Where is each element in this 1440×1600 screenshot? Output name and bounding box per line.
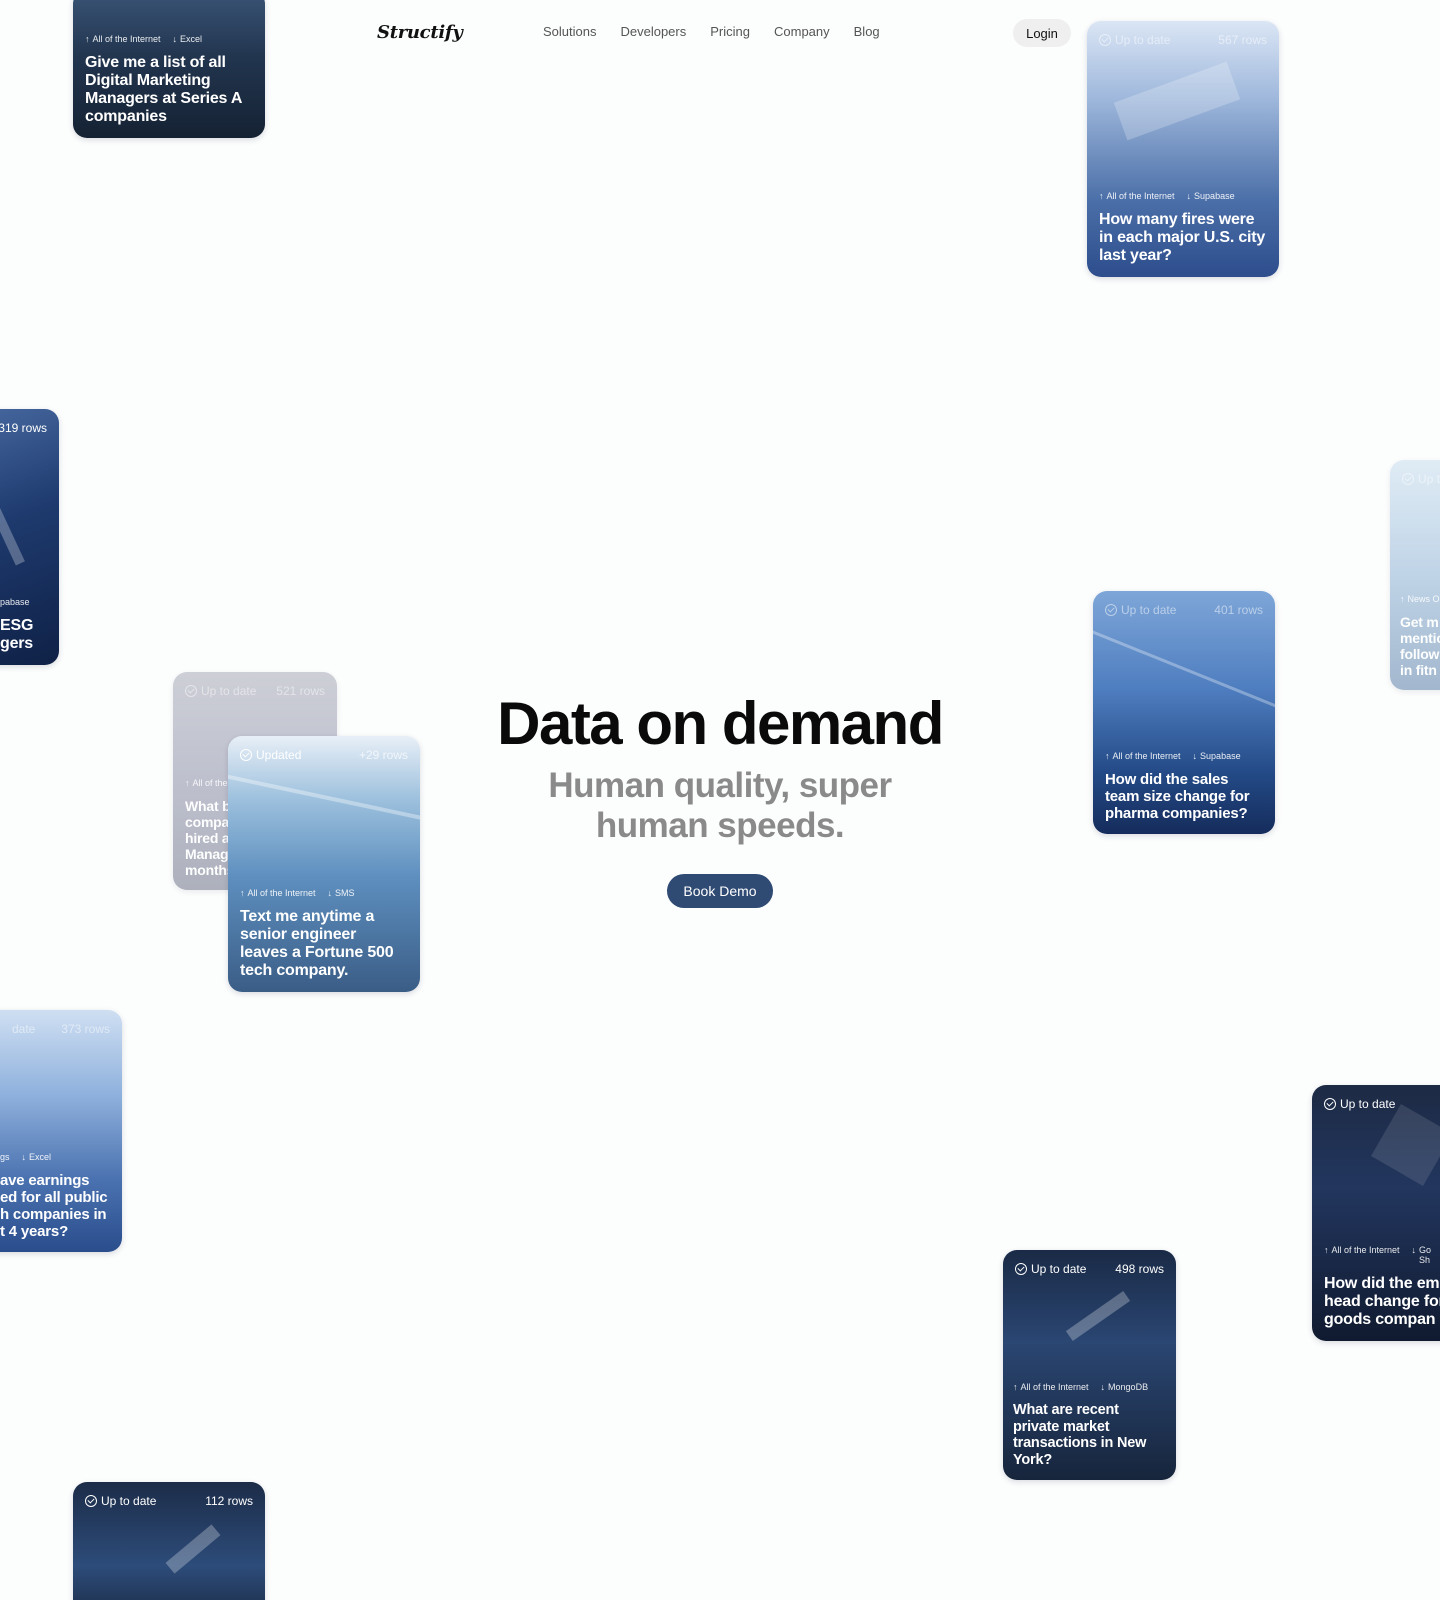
- source-to: pabase: [0, 597, 30, 607]
- query-card[interactable]: Up to date 112 rows: [73, 1482, 265, 1600]
- card-sources: ↑ All of the Internet ↓ MongoDB: [1013, 1382, 1149, 1392]
- source-from: All of the: [192, 778, 228, 788]
- query-card[interactable]: Up to date 401 rows ↑ All of the Interne…: [1093, 591, 1275, 834]
- card-question: Get m mentic follow in fitn: [1400, 614, 1440, 678]
- check-icon: [1324, 1098, 1336, 1110]
- card-rows: +29 rows: [358, 748, 408, 762]
- query-card[interactable]: Up t ↑ News O Get m mentic follow in fit…: [1390, 460, 1440, 690]
- card-sources: gs ↓ Excel: [0, 1152, 52, 1162]
- card-rows: 319 rows: [0, 421, 47, 435]
- card-status: Up to date: [1340, 1097, 1396, 1111]
- login-button[interactable]: Login: [1013, 19, 1071, 47]
- nav-developers[interactable]: Developers: [620, 24, 686, 39]
- source-from: All of the Internet: [92, 34, 161, 44]
- card-question: Text me anytime a senior engineer leaves…: [240, 908, 394, 979]
- book-demo-button[interactable]: Book Demo: [667, 874, 773, 908]
- source-from: All of the Internet: [1331, 1245, 1400, 1255]
- source-from: All of the Internet: [1112, 751, 1181, 761]
- source-to: Go Sh: [1419, 1245, 1432, 1265]
- card-sources: ↑ News O: [1400, 594, 1440, 604]
- card-status: Up to date: [201, 684, 257, 698]
- source-to: Supabase: [1194, 191, 1235, 201]
- card-status: Up t: [1418, 472, 1440, 486]
- card-status: Up to date: [1121, 603, 1177, 617]
- card-status: date: [12, 1022, 36, 1036]
- main-nav: Solutions Developers Pricing Company Blo…: [543, 24, 904, 39]
- check-icon: [85, 1495, 97, 1507]
- card-question: ESG gers: [0, 617, 34, 652]
- nav-pricing[interactable]: Pricing: [710, 24, 750, 39]
- card-rows: 112 rows: [205, 1494, 253, 1508]
- hero: Data on demand Human quality, super huma…: [420, 690, 1020, 908]
- check-icon: [1015, 1263, 1027, 1275]
- query-card[interactable]: Up to date 498 rows ↑ All of the Interne…: [1003, 1250, 1176, 1480]
- source-from: All of the Internet: [1106, 191, 1175, 201]
- query-card[interactable]: ↑ All of the Internet ↓ Excel Give me a …: [73, 0, 265, 138]
- card-sources: ↑ All of the Internet ↓ Excel: [85, 34, 203, 44]
- card-status: Up to date: [1115, 33, 1171, 47]
- nav-solutions[interactable]: Solutions: [543, 24, 596, 39]
- check-icon: [185, 685, 197, 697]
- card-sources: ↑ All of the Internet ↓ Go Sh: [1324, 1245, 1432, 1265]
- check-icon: [1105, 604, 1117, 616]
- card-question: How did the sales team size change for p…: [1105, 771, 1250, 822]
- source-to: Excel: [180, 34, 203, 44]
- card-question: Give me a list of all Digital Marketing …: [85, 54, 242, 125]
- card-question: How many fires were in each major U.S. c…: [1099, 211, 1266, 264]
- card-status: Updated: [256, 748, 302, 762]
- nav-blog[interactable]: Blog: [854, 24, 880, 39]
- card-question: What are recent private market transacti…: [1013, 1402, 1147, 1468]
- check-icon: [1402, 473, 1414, 485]
- query-card[interactable]: Up to date ↑ All of the Internet ↓ Go Sh…: [1312, 1085, 1440, 1341]
- card-question: How did the employee head change for con…: [1324, 1275, 1440, 1328]
- check-icon: [1099, 34, 1111, 46]
- query-card[interactable]: Up to date 567 rows ↑ All of the Interne…: [1087, 21, 1279, 277]
- card-sources: ↑ All of the Internet ↓ Supabase: [1099, 191, 1235, 201]
- logo[interactable]: Structify: [377, 22, 463, 43]
- card-rows: 498 rows: [1115, 1262, 1164, 1276]
- card-rows: 373 rows: [61, 1022, 110, 1036]
- card-sources: ↑ All of the Internet ↓ SMS: [240, 888, 355, 898]
- source-from: gs: [0, 1152, 10, 1162]
- source-to: MongoDB: [1108, 1382, 1149, 1392]
- source-to: SMS: [335, 888, 355, 898]
- card-rows: 401 rows: [1214, 603, 1263, 617]
- query-card[interactable]: date 373 rows gs ↓ Excel ave earnings ed…: [0, 1010, 122, 1252]
- hero-subtitle: Human quality, super human speeds.: [548, 766, 892, 845]
- hero-title: Data on demand: [497, 690, 944, 757]
- source-from: All of the Internet: [1020, 1382, 1089, 1392]
- source-to: Supabase: [1200, 751, 1241, 761]
- card-status: Up to date: [1031, 1262, 1087, 1276]
- source-from: News O: [1407, 594, 1440, 604]
- source-from: All of the Internet: [247, 888, 316, 898]
- query-card[interactable]: Updated +29 rows ↑ All of the Internet ↓…: [228, 736, 420, 992]
- source-to: Excel: [29, 1152, 52, 1162]
- query-card[interactable]: 319 rows pabase ESG gers: [0, 409, 59, 665]
- check-icon: [240, 749, 252, 761]
- card-sources: ↑ All of the Internet ↓ Supabase: [1105, 751, 1241, 761]
- card-rows: 521 rows: [276, 684, 325, 698]
- nav-company[interactable]: Company: [774, 24, 830, 39]
- card-sources: pabase: [0, 597, 47, 607]
- card-status: Up to date: [101, 1494, 157, 1508]
- card-rows: 567 rows: [1218, 33, 1267, 47]
- card-question: ave earnings ed for all public h compani…: [0, 1172, 108, 1240]
